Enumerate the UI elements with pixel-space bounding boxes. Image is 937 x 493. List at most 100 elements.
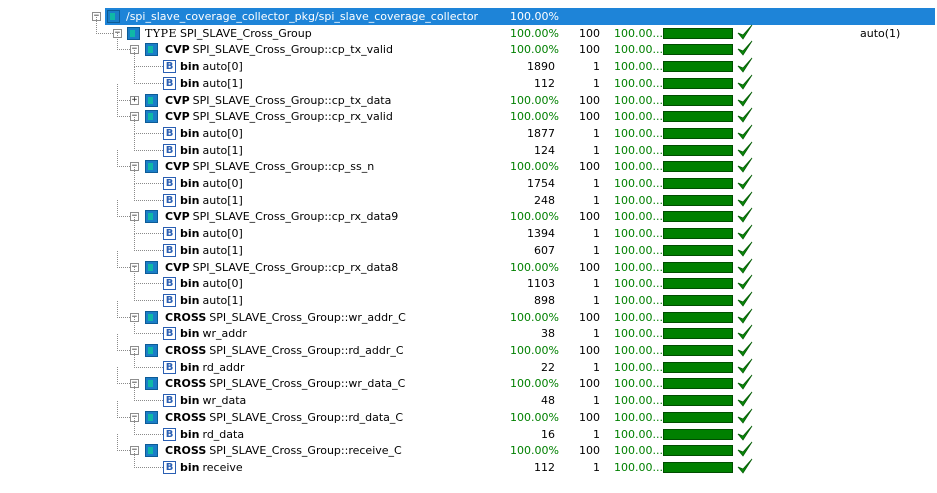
- expand-toggle-icon[interactable]: +: [130, 96, 139, 105]
- coverage-bar: [663, 262, 733, 273]
- tree-line: [134, 317, 135, 334]
- goal-value: 100: [579, 344, 600, 357]
- item-name: bin wr_data: [180, 392, 246, 409]
- item-label: SPI_SLAVE_Cross_Group::receive_C: [209, 444, 402, 457]
- cross-row[interactable]: [0, 342, 937, 359]
- tree-line: [134, 184, 135, 201]
- goal-value: 100: [579, 444, 600, 457]
- cvp-row[interactable]: [0, 41, 937, 58]
- goal-percent: 100.00...: [614, 177, 663, 190]
- coverage-bar: [663, 345, 733, 356]
- goal-percent: 100.00...: [614, 227, 663, 240]
- tree-connector: [134, 233, 163, 234]
- goal-value: 100: [579, 311, 600, 324]
- item-kind: bin: [180, 394, 200, 407]
- item-label: auto[0]: [202, 127, 243, 140]
- goal-value: 1: [593, 277, 600, 290]
- item-kind: CVP: [165, 261, 190, 274]
- cross-row[interactable]: [0, 375, 937, 392]
- item-label: auto[1]: [202, 244, 243, 257]
- bin-icon: B: [163, 227, 176, 240]
- goal-percent: 100.00...: [614, 444, 663, 457]
- check-icon: [737, 57, 753, 73]
- tree-line: [117, 33, 118, 50]
- cross-row[interactable]: [0, 409, 937, 426]
- type-row[interactable]: [0, 25, 937, 42]
- check-icon: [737, 74, 753, 90]
- item-name: CROSS SPI_SLAVE_Cross_Group::receive_C: [165, 442, 402, 459]
- check-icon: [737, 341, 753, 357]
- covergroup-icon: [145, 444, 158, 457]
- item-name: CVP SPI_SLAVE_Cross_Group::cp_rx_valid: [165, 108, 393, 125]
- item-kind: bin: [180, 244, 200, 257]
- item-kind: CVP: [165, 210, 190, 223]
- goal-percent: 100.00...: [614, 60, 663, 73]
- item-kind: bin: [180, 361, 200, 374]
- cvp-row[interactable]: [0, 208, 937, 225]
- item-name: bin auto[0]: [180, 275, 243, 292]
- goal-percent: 100.00...: [614, 311, 663, 324]
- cvp-row[interactable]: [0, 158, 937, 175]
- goal-value: 100: [579, 94, 600, 107]
- item-kind: CROSS: [165, 344, 207, 357]
- hit-count: 1890: [527, 60, 555, 73]
- cvp-row[interactable]: [0, 92, 937, 109]
- tree-line: [134, 134, 135, 151]
- item-label: SPI_SLAVE_Cross_Group::wr_addr_C: [209, 311, 406, 324]
- tree-connector: [134, 183, 163, 184]
- item-name: CVP SPI_SLAVE_Cross_Group::cp_tx_valid: [165, 41, 393, 58]
- tree-connector: [134, 434, 163, 435]
- coverage-bar: [663, 228, 733, 239]
- item-name: bin auto[1]: [180, 242, 243, 259]
- goal-percent: 100.00...: [614, 411, 663, 424]
- item-label: wr_addr: [202, 327, 247, 340]
- item-label: SPI_SLAVE_Cross_Group::cp_tx_valid: [192, 43, 393, 56]
- bin-icon: B: [163, 77, 176, 90]
- item-label: receive: [202, 461, 243, 474]
- item-kind: bin: [180, 127, 200, 140]
- check-icon: [737, 374, 753, 390]
- goal-value: 1: [593, 194, 600, 207]
- coverage-bar: [663, 128, 733, 139]
- item-name: /spi_slave_coverage_collector_pkg/spi_sl…: [126, 8, 478, 25]
- tree-line: [134, 50, 135, 67]
- coverage-bar: [663, 378, 733, 389]
- covergroup-icon: [145, 344, 158, 357]
- options-value: auto(1): [860, 27, 901, 40]
- cross-row[interactable]: [0, 442, 937, 459]
- coverage-bar: [663, 312, 733, 323]
- bin-icon: B: [163, 461, 176, 474]
- hit-count: 112: [534, 77, 555, 90]
- goal-percent: 100.00...: [614, 194, 663, 207]
- tree-line: [117, 301, 118, 318]
- tree-line: [134, 451, 135, 468]
- goal-percent: 100.00...: [614, 277, 663, 290]
- goal-percent: 100.00...: [614, 377, 663, 390]
- item-name: TYPE SPI_SLAVE_Cross_Group: [145, 25, 312, 42]
- item-label: auto[0]: [202, 227, 243, 240]
- goal-value: 100: [579, 27, 600, 40]
- goal-value: 1: [593, 177, 600, 190]
- goal-value: 1: [593, 294, 600, 307]
- check-icon: [737, 40, 753, 56]
- goal-value: 1: [593, 327, 600, 340]
- cvp-row[interactable]: [0, 259, 937, 276]
- goal-percent: 100.00...: [614, 110, 663, 123]
- cross-row[interactable]: [0, 309, 937, 326]
- item-name: CROSS SPI_SLAVE_Cross_Group::wr_addr_C: [165, 309, 406, 326]
- goal-value: 1: [593, 227, 600, 240]
- coverage-tree: −/spi_slave_coverage_collector_pkg/spi_s…: [0, 0, 937, 493]
- item-name: bin rd_data: [180, 426, 244, 443]
- item-label: auto[1]: [202, 77, 243, 90]
- cvp-row[interactable]: [0, 108, 937, 125]
- hit-count: 898: [534, 294, 555, 307]
- covergroup-icon: [145, 311, 158, 324]
- hit-count: 607: [534, 244, 555, 257]
- goal-percent: 100.00...: [614, 144, 663, 157]
- item-name: bin auto[1]: [180, 292, 243, 309]
- tree-line: [134, 67, 135, 84]
- hit-count: 48: [541, 394, 555, 407]
- covergroup-icon: [145, 261, 158, 274]
- check-icon: [737, 107, 753, 123]
- covergroup-icon: [107, 10, 120, 23]
